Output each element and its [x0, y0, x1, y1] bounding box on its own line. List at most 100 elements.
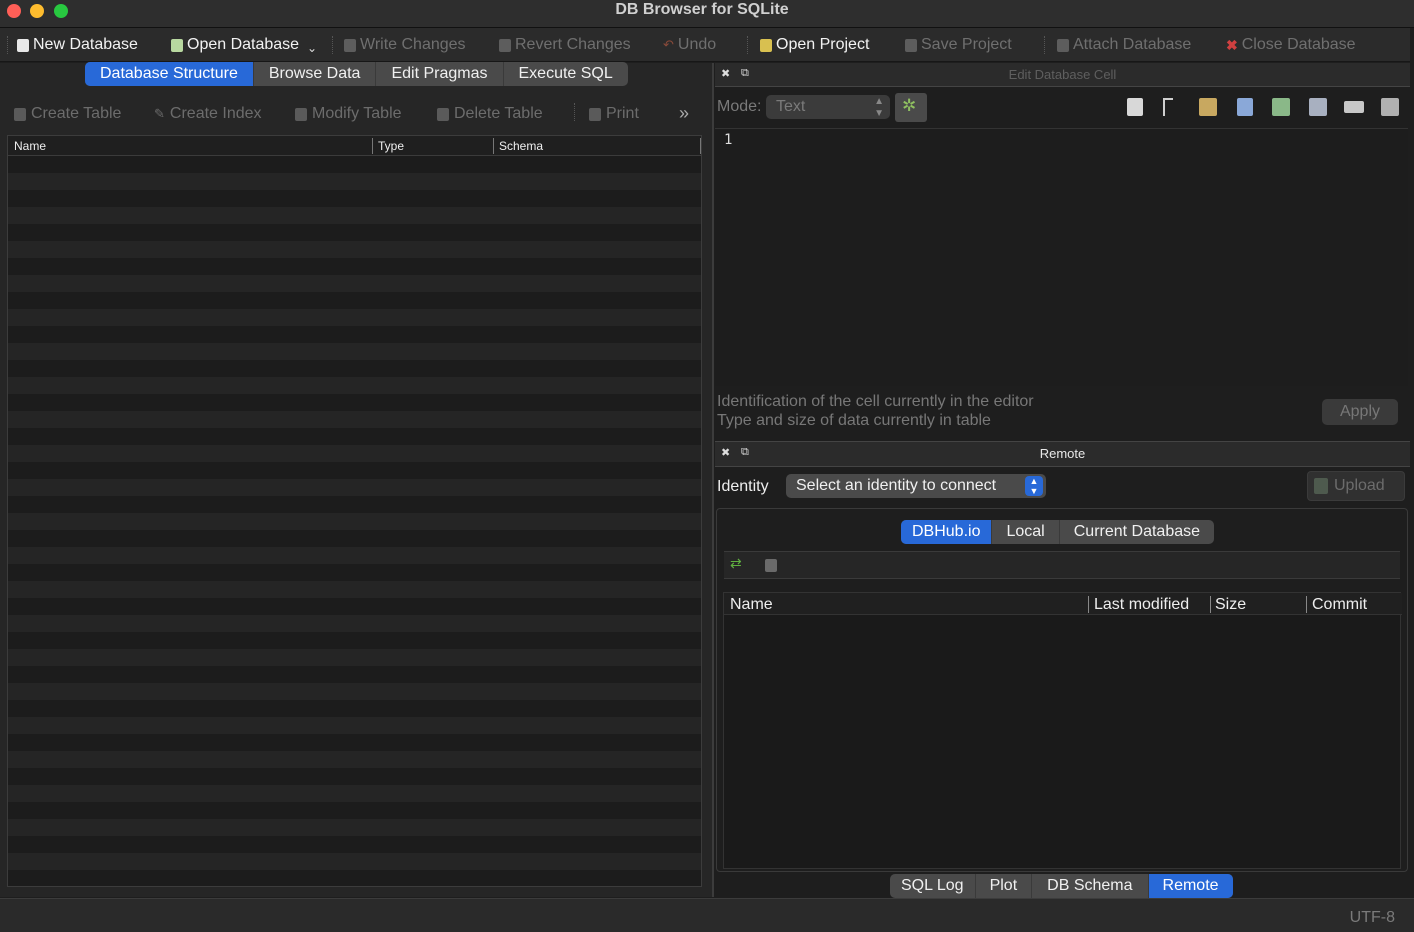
tab-remote[interactable]: Remote [1148, 874, 1233, 898]
toolbar-separator [574, 103, 575, 121]
main-tab-bar: Database Structure Browse Data Edit Prag… [85, 62, 628, 86]
import-file-icon[interactable] [1199, 98, 1217, 116]
new-database-label: New Database [33, 36, 138, 53]
identity-select-value: Select an identity to connect [796, 477, 997, 494]
open-database-dropdown-icon[interactable]: ⌄ [307, 41, 317, 55]
open-database-button[interactable]: Open Database [171, 35, 299, 55]
undo-label: Undo [677, 36, 717, 53]
delete-table-button[interactable]: Delete Table [437, 105, 543, 123]
window-title: DB Browser for SQLite [615, 1, 789, 18]
close-database-button[interactable]: ✖ Close Database [1226, 35, 1356, 55]
undo-icon: ↶ [663, 37, 674, 52]
print-label: Print [606, 105, 639, 122]
print-cell-icon[interactable] [1381, 98, 1399, 116]
apply-button[interactable]: Apply [1322, 399, 1398, 425]
print-button[interactable]: Print [589, 105, 639, 123]
write-changes-label: Write Changes [360, 36, 466, 53]
tab-database-structure[interactable]: Database Structure [85, 62, 254, 86]
upload-button[interactable]: Upload [1307, 471, 1405, 501]
refresh-icon[interactable]: ⇄ [730, 555, 742, 572]
column-header-name[interactable]: Name [730, 596, 773, 614]
structure-tree-header: Name Type Schema [8, 136, 701, 156]
identity-label: Identity [717, 478, 769, 495]
remote-file-table-header: Name Last modified Size Commit [724, 593, 1402, 615]
upload-label: Upload [1334, 477, 1385, 494]
tab-execute-sql[interactable]: Execute SQL [504, 62, 628, 86]
word-wrap-icon[interactable] [1127, 98, 1143, 116]
remote-dock-titlebar: ✖ ⧉ Remote [715, 441, 1410, 467]
column-divider [493, 138, 494, 154]
column-header-name[interactable]: Name [14, 139, 46, 153]
open-database-icon [171, 38, 183, 52]
tab-current-database[interactable]: Current Database [1060, 520, 1214, 544]
tab-sql-log[interactable]: SQL Log [890, 874, 976, 898]
clone-database-icon[interactable] [765, 559, 777, 572]
create-table-label: Create Table [31, 105, 122, 122]
mode-select[interactable]: Text ▲ ▼ [766, 95, 890, 119]
modify-table-label: Modify Table [312, 105, 402, 122]
editor-line-number: 1 [724, 132, 733, 148]
column-divider [1210, 596, 1211, 613]
image-view-icon[interactable] [1309, 98, 1327, 116]
updown-arrows-icon: ▲ ▼ [1025, 476, 1043, 496]
save-project-button[interactable]: Save Project [905, 35, 1012, 55]
identity-select[interactable]: Select an identity to connect ▲ ▼ [786, 474, 1046, 498]
column-header-type[interactable]: Type [378, 139, 404, 153]
remote-toolbar: ⇄ [724, 551, 1400, 579]
gear-icon: ✲ [902, 96, 917, 115]
undo-button[interactable]: ↶ Undo [663, 35, 716, 55]
updown-arrows-icon: ▲ ▼ [874, 96, 884, 119]
remote-file-table[interactable]: Name Last modified Size Commit [723, 592, 1402, 869]
save-project-label: Save Project [921, 36, 1012, 53]
edit-cell-dock-title: Edit Database Cell [1008, 67, 1117, 82]
set-null-icon[interactable] [1272, 98, 1290, 116]
main-toolbar: New Database Open Database ⌄ Write Chang… [0, 28, 1410, 62]
delete-table-label: Delete Table [454, 105, 543, 122]
tab-plot[interactable]: Plot [976, 874, 1033, 898]
toolbar-overflow-icon[interactable]: » [679, 103, 689, 124]
toolbar-separator [332, 36, 333, 54]
column-divider [372, 138, 373, 154]
column-divider [700, 138, 701, 154]
attach-database-button[interactable]: Attach Database [1057, 35, 1191, 55]
structure-tree[interactable]: Name Type Schema [7, 135, 702, 887]
cell-editor[interactable] [715, 128, 1408, 386]
eraser-icon[interactable] [1344, 101, 1364, 113]
write-changes-button[interactable]: Write Changes [344, 35, 466, 55]
cell-type-size-text: Type and size of data currently in table [717, 412, 991, 429]
open-project-button[interactable]: Open Project [760, 35, 869, 55]
column-header-schema[interactable]: Schema [499, 139, 543, 153]
new-database-button[interactable]: New Database [17, 35, 138, 55]
write-changes-icon [344, 38, 356, 52]
revert-changes-button[interactable]: Revert Changes [499, 35, 631, 55]
column-header-commit[interactable]: Commit [1312, 596, 1367, 614]
indent-icon[interactable] [1163, 98, 1173, 116]
export-file-icon[interactable] [1237, 98, 1253, 116]
delete-table-icon [437, 107, 449, 121]
toolbar-separator [747, 36, 748, 54]
attach-database-icon [1057, 38, 1069, 52]
upload-icon [1314, 478, 1328, 494]
remote-tab-bar: DBHub.io Local Current Database [901, 520, 1215, 544]
create-index-icon: ✎ [154, 106, 165, 121]
print-icon [589, 107, 601, 121]
edit-cell-dock-titlebar: ✖ ⧉ Edit Database Cell [715, 63, 1410, 87]
tab-browse-data[interactable]: Browse Data [254, 62, 377, 86]
create-index-label: Create Index [169, 105, 262, 122]
open-project-label: Open Project [776, 36, 870, 53]
toolbar-separator [1044, 36, 1045, 54]
structure-tree-rows [8, 156, 701, 886]
column-header-last-modified[interactable]: Last modified [1094, 596, 1189, 614]
panel-splitter[interactable] [712, 63, 714, 897]
tab-db-schema[interactable]: DB Schema [1032, 874, 1149, 898]
attach-database-label: Attach Database [1073, 36, 1192, 53]
auto-switch-mode-button[interactable]: ✲ [895, 93, 927, 122]
column-header-size[interactable]: Size [1215, 596, 1246, 614]
tab-local[interactable]: Local [992, 520, 1060, 544]
create-table-button[interactable]: Create Table [14, 105, 121, 123]
modify-table-button[interactable]: Modify Table [295, 105, 402, 123]
create-index-button[interactable]: ✎ Create Index [154, 105, 262, 123]
remote-dock-title: Remote [1039, 446, 1086, 461]
tab-dbhub[interactable]: DBHub.io [901, 520, 993, 544]
tab-edit-pragmas[interactable]: Edit Pragmas [376, 62, 504, 86]
